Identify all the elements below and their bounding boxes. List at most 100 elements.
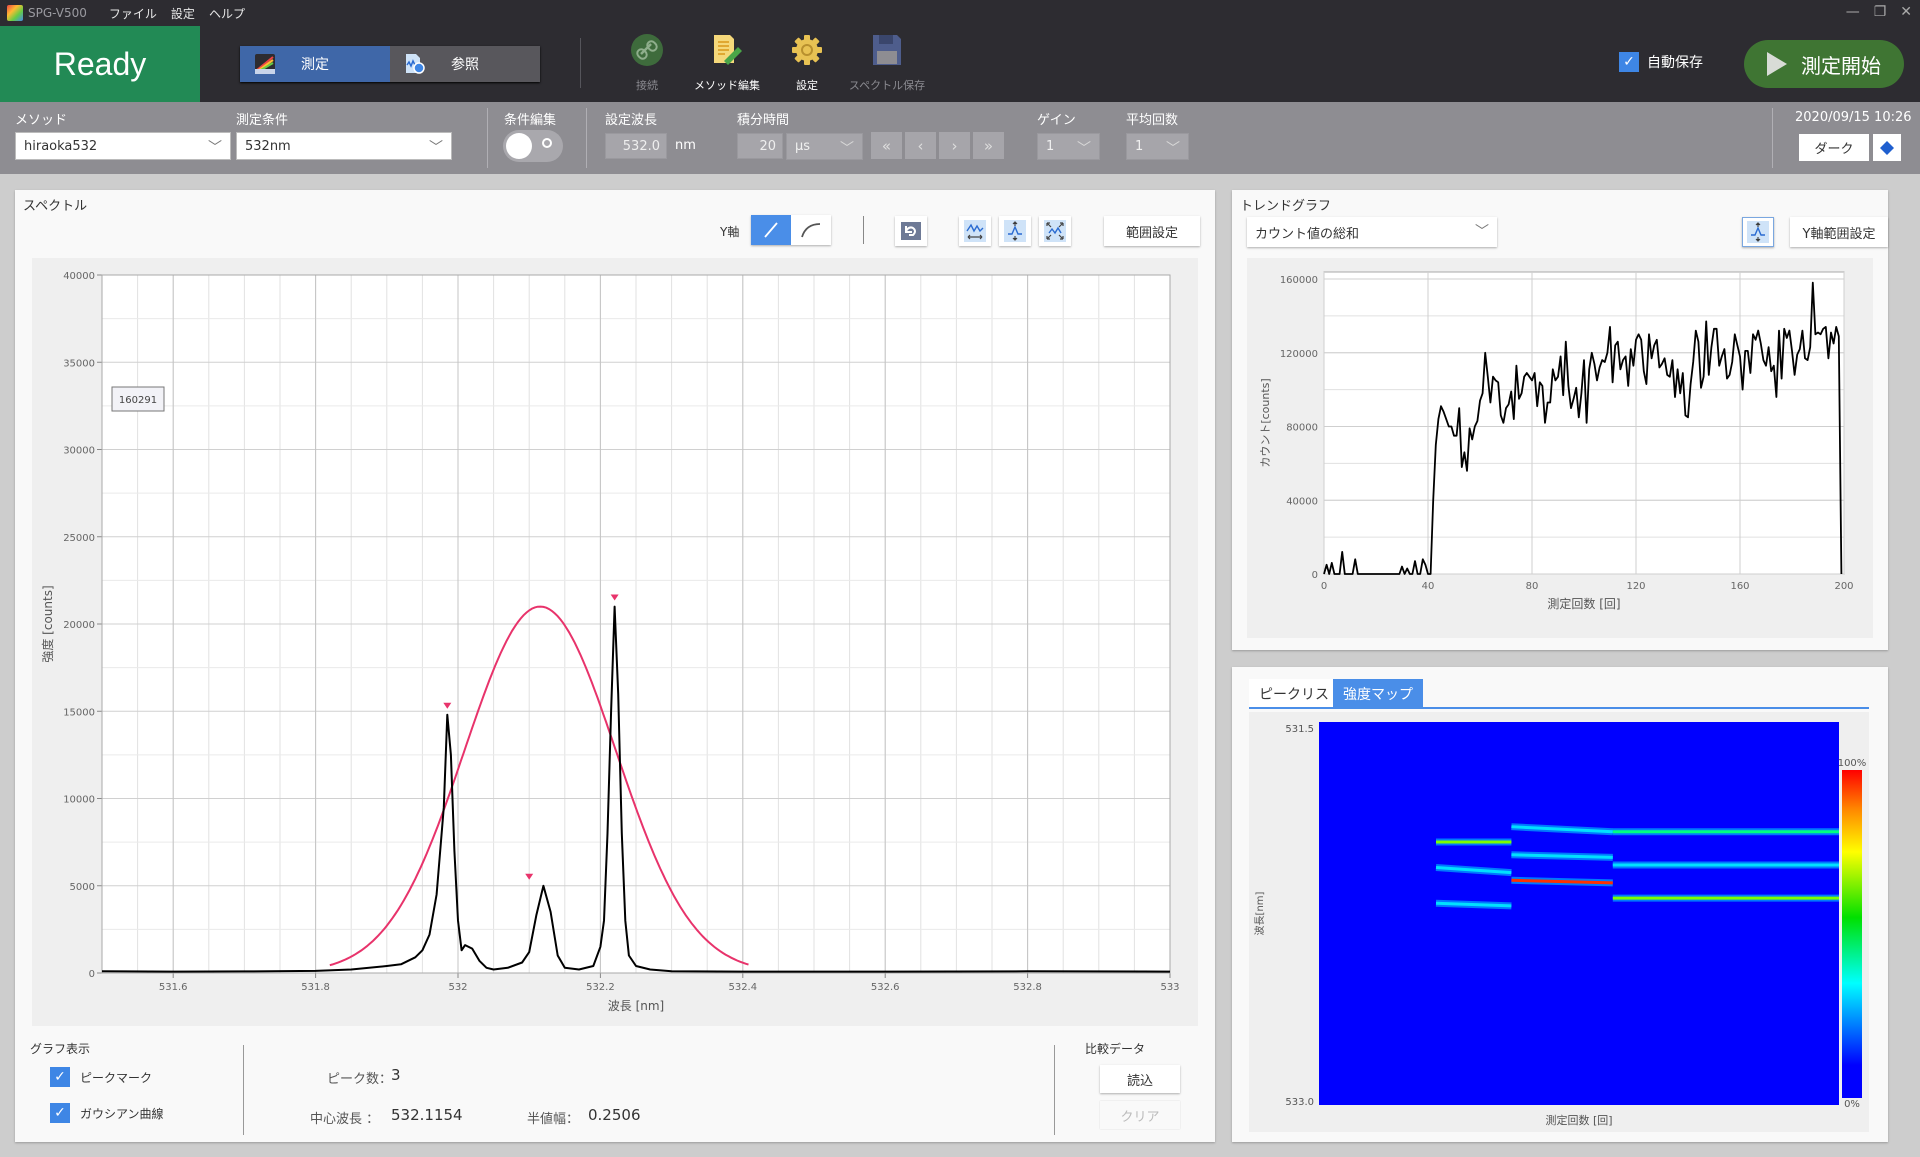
minimize-icon[interactable]: — [1846, 4, 1860, 20]
edit-method-button[interactable]: メソッド編集 [682, 30, 772, 95]
gaussian-label: ガウシアン曲線 [80, 1106, 164, 1121]
trend-chart[interactable]: 0 40000 80000 120000 160000 0 40 80 120 160 200 測定回… [1247, 258, 1873, 638]
clear-compare-button[interactable]: クリア [1100, 1101, 1180, 1129]
yaxis-linear-button[interactable] [751, 215, 791, 245]
trend-panel: トレンドグラフ カウント値の総和 ﹀ Y軸範囲設定 0 40000 80000 120… [1232, 190, 1888, 650]
average-value: 1 [1135, 139, 1144, 154]
y-tick-label: 40000 [63, 271, 95, 282]
heatmap-background [1319, 722, 1839, 1105]
integration-unit-select[interactable]: µs ﹀ [786, 133, 863, 160]
x-tick-label: 532 [448, 982, 467, 993]
x-tick-label: 531.6 [159, 982, 188, 993]
method-select[interactable]: hiraoka532 ﹀ [15, 132, 231, 160]
checkbox-checked-icon[interactable]: ✓ [50, 1067, 70, 1087]
yaxis-range-button[interactable]: Y軸範囲設定 [1790, 217, 1888, 247]
checkbox-checked-icon[interactable]: ✓ [50, 1103, 70, 1123]
gain-value: 1 [1046, 139, 1055, 154]
integration-next-button[interactable]: › [939, 132, 970, 159]
log-curve-icon [801, 223, 821, 238]
mode-reference-button[interactable]: 参照 [390, 46, 540, 82]
parameter-bar: メソッド hiraoka532 ﹀ 測定条件 532nm ﹀ 条件編集 設定波長… [0, 102, 1920, 174]
integration-prev-button[interactable]: ‹ [905, 132, 936, 159]
gaussian-checkbox[interactable]: ✓ ガウシアン曲線 [50, 1103, 164, 1123]
colorbar [1842, 770, 1862, 1098]
divider [586, 108, 587, 168]
theme-color-button[interactable] [1873, 134, 1901, 161]
app-title: SPG-V500 [28, 6, 87, 20]
y-tick-label: 0 [89, 969, 95, 980]
settings-label: 設定 [796, 79, 818, 92]
average-select[interactable]: 1 ﹀ [1126, 133, 1189, 160]
tab-intensity-map[interactable]: 強度マップ [1333, 679, 1423, 708]
fit-y-button[interactable] [999, 216, 1031, 246]
menu-help[interactable]: ヘルプ [209, 5, 245, 22]
tooltip-value: 160291 [119, 395, 157, 406]
integration-label: 積分時間 [737, 113, 790, 128]
y-axis-label: 波長[nm] [1253, 891, 1266, 935]
undo-zoom-button[interactable] [895, 216, 927, 246]
mode-measure-button[interactable]: 測定 [240, 46, 390, 82]
save-spectrum-button[interactable]: スペクトル保存 [842, 30, 932, 95]
start-measurement-button[interactable]: 測定開始 [1744, 40, 1904, 88]
y-tick-label: 0 [1312, 570, 1318, 581]
chevron-down-icon: ﹀ [1475, 224, 1489, 240]
x-tick-label: 532.2 [586, 982, 615, 993]
trend-fit-y-button[interactable] [1742, 217, 1774, 247]
spectrum-title: スペクトル [23, 199, 88, 214]
integration-first-button[interactable]: « [871, 132, 902, 159]
condition-select[interactable]: 532nm ﹀ [236, 132, 452, 160]
x-axis-label: 波長 [nm] [608, 999, 664, 1013]
x-tick-label: 531.8 [301, 982, 330, 993]
fit-all-icon [1046, 222, 1064, 240]
gain-select[interactable]: 1 ﹀ [1037, 133, 1100, 160]
x-tick-label: 200 [1834, 581, 1853, 592]
autosave-checkbox[interactable]: ✓ 自動保存 [1619, 52, 1703, 72]
wavelength-input[interactable]: 532.0 [605, 133, 667, 159]
compare-data-title: 比較データ [1085, 1042, 1146, 1056]
x-tick-label: 120 [1626, 581, 1645, 592]
linear-icon [764, 222, 778, 238]
close-icon[interactable]: ✕ [1900, 4, 1912, 20]
x-axis-label: 測定回数 [回] [1547, 596, 1620, 611]
menu-file[interactable]: ファイル [109, 5, 157, 22]
connect-button[interactable]: 接続 [602, 30, 692, 95]
tab-underline [1249, 707, 1869, 709]
menu-settings[interactable]: 設定 [171, 5, 195, 22]
intensity-map-chart[interactable]: 531.5 533.0 波長[nm] 測定回数 [回] 100% 0% [1249, 712, 1869, 1132]
trend-metric-select[interactable]: カウント値の総和 ﹀ [1247, 217, 1497, 247]
x-axis-label: 測定回数 [回] [1545, 1113, 1612, 1127]
y-axis-label: カウント[counts] [1259, 378, 1272, 467]
app-logo-icon [7, 5, 23, 21]
center-wavelength-value: 532.1154 [391, 1106, 463, 1124]
edit-method-label: メソッド編集 [694, 79, 760, 92]
chevron-down-icon: ﹀ [1077, 141, 1091, 157]
average-label: 平均回数 [1126, 113, 1179, 128]
yaxis-log-button[interactable] [791, 215, 831, 245]
y-tick-label: 120000 [1280, 349, 1318, 360]
title-bar: SPG-V500 ファイル 設定 ヘルプ — ❐ ✕ [0, 0, 1920, 26]
fit-y-icon [1008, 221, 1022, 241]
mode-reference-label: 参照 [451, 57, 479, 73]
spectrum-chart[interactable]: 531.6 531.8 532 532.2 532.4 532.6 532.8 533 0 500… [32, 258, 1198, 1026]
checkbox-checked-icon[interactable]: ✓ [1619, 52, 1639, 72]
peak-mark-checkbox[interactable]: ✓ ピークマーク [50, 1067, 152, 1087]
x-tick-label: 533 [1160, 982, 1179, 993]
play-icon [1767, 52, 1787, 76]
settings-button[interactable]: 設定 [762, 30, 852, 95]
condition-edit-label: 条件編集 [504, 113, 557, 128]
fit-x-button[interactable] [959, 216, 991, 246]
spectrum-panel: スペクトル Y軸 範囲設定 531.6 531.8 532 532.2 532.4 532… [15, 190, 1215, 1142]
y-tick-label: 160000 [1280, 275, 1318, 286]
range-settings-button[interactable]: 範囲設定 [1104, 216, 1200, 246]
y-tick-label: 20000 [63, 620, 95, 631]
connect-label: 接続 [636, 79, 658, 92]
theme-dark-button[interactable]: ダーク [1799, 134, 1869, 161]
load-compare-button[interactable]: 読込 [1100, 1065, 1180, 1093]
integration-last-button[interactable]: » [973, 132, 1004, 159]
integration-input[interactable]: 20 [737, 133, 783, 159]
fit-all-button[interactable] [1039, 216, 1071, 246]
y-tick-label: 10000 [63, 795, 95, 806]
condition-edit-toggle[interactable] [503, 130, 563, 162]
restore-icon[interactable]: ❐ [1874, 4, 1887, 20]
fit-y-icon [1751, 222, 1765, 242]
